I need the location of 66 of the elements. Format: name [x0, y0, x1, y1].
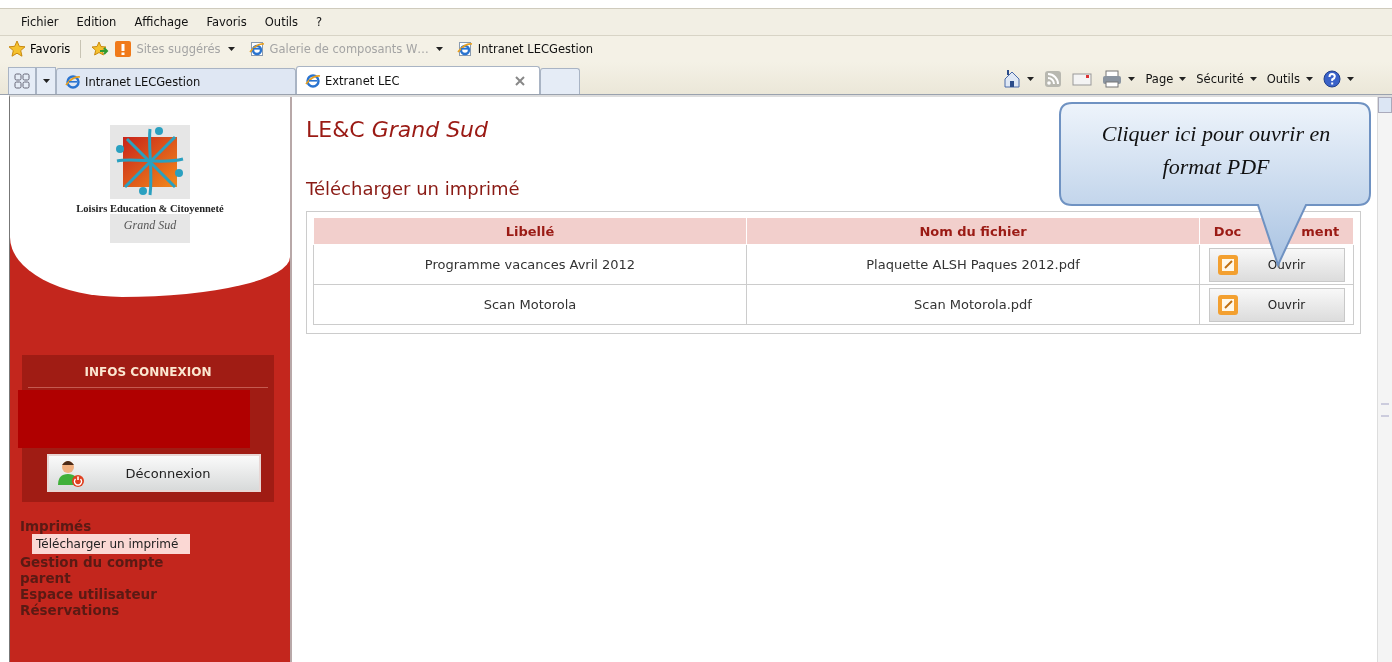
browser-tab[interactable]: Intranet LECGestion	[56, 68, 296, 94]
browser-icon	[305, 72, 321, 89]
caret-icon	[1249, 77, 1257, 81]
table-cell: Plaquette ALSH Paques 2012.pdf	[746, 244, 1200, 285]
caret-icon	[1128, 77, 1136, 81]
callout-text: Cliquer ici pour ouvrir en format PDF	[1100, 120, 1332, 181]
help-button[interactable]	[1323, 70, 1354, 88]
nav-link[interactable]: Télécharger un imprimé	[32, 534, 191, 554]
logout-button[interactable]: Déconnexion	[47, 454, 261, 492]
panel-title: INFOS CONNEXION	[28, 355, 268, 388]
scrollbar[interactable]	[1377, 97, 1392, 662]
browser-tab[interactable]: Extranet LEC	[296, 66, 540, 94]
caret-icon	[1027, 77, 1035, 81]
feed-icon	[1044, 70, 1063, 88]
command-menu[interactable]: Outils	[1266, 72, 1313, 86]
document-edit-icon	[1217, 254, 1238, 275]
menu-item[interactable]: Favoris	[197, 15, 256, 29]
home-button[interactable]	[1003, 70, 1035, 88]
open-button[interactable]: Ouvrir	[1208, 247, 1345, 282]
mail-button[interactable]	[1072, 70, 1093, 88]
menu-item[interactable]: Fichier	[12, 15, 68, 29]
mail-icon	[1072, 70, 1093, 88]
logo-subtitle: Grand Sud	[110, 214, 190, 243]
caret-icon	[1306, 77, 1313, 81]
caret-icon	[1179, 77, 1187, 81]
tab-list-button[interactable]	[36, 67, 56, 94]
menu-item[interactable]: Edition	[67, 15, 126, 29]
star-icon	[8, 40, 26, 58]
favorites-button[interactable]: Favoris	[8, 40, 71, 58]
home-icon	[1003, 70, 1022, 88]
add-favorite-icon	[91, 41, 110, 57]
menu-item[interactable]: Outils	[255, 15, 308, 29]
caret-icon	[1347, 77, 1354, 81]
table-cell: Scan Motorola	[313, 284, 747, 325]
column-header: Nom du fichier	[919, 223, 1027, 239]
quick-tabs-button[interactable]	[8, 67, 36, 94]
help-icon	[1323, 70, 1341, 88]
printer-button[interactable]	[1102, 70, 1136, 88]
alert-icon	[115, 41, 132, 57]
menu-item[interactable]: ?	[307, 15, 332, 29]
user-logout-icon	[57, 459, 85, 487]
caret-icon	[42, 79, 50, 83]
column-header: Doc	[1213, 223, 1242, 239]
web-page-icon	[456, 41, 473, 57]
logo-text: Loisirs Education & Citoyenneté	[76, 203, 224, 214]
table-cell: Scan Motorola.pdf	[746, 284, 1200, 325]
caret-icon	[435, 47, 443, 51]
table-cell: Programme vacances Avril 2012	[313, 244, 747, 285]
column-header: Libellé	[505, 223, 555, 239]
site-title: LE&C Grand Sud	[306, 117, 489, 142]
caret-icon	[227, 47, 235, 51]
command-menu[interactable]: Page	[1145, 72, 1187, 86]
menu-item[interactable]: Affichage	[125, 15, 198, 29]
scroll-grip[interactable]	[1381, 403, 1389, 417]
web-page-icon	[248, 41, 265, 57]
command-menu[interactable]: Sécurité	[1196, 72, 1257, 86]
favorite-link[interactable]: Intranet LECGestion	[456, 41, 593, 57]
browser-icon	[65, 73, 81, 90]
printer-icon	[1102, 70, 1123, 88]
document-edit-icon	[1217, 294, 1238, 315]
column-header: ment	[1301, 223, 1340, 239]
scroll-up-button[interactable]	[1378, 97, 1392, 113]
feed-button[interactable]	[1044, 70, 1063, 88]
grid-icon	[14, 73, 30, 89]
open-button[interactable]: Ouvrir	[1208, 287, 1345, 322]
page-heading: Télécharger un imprimé	[306, 178, 521, 199]
